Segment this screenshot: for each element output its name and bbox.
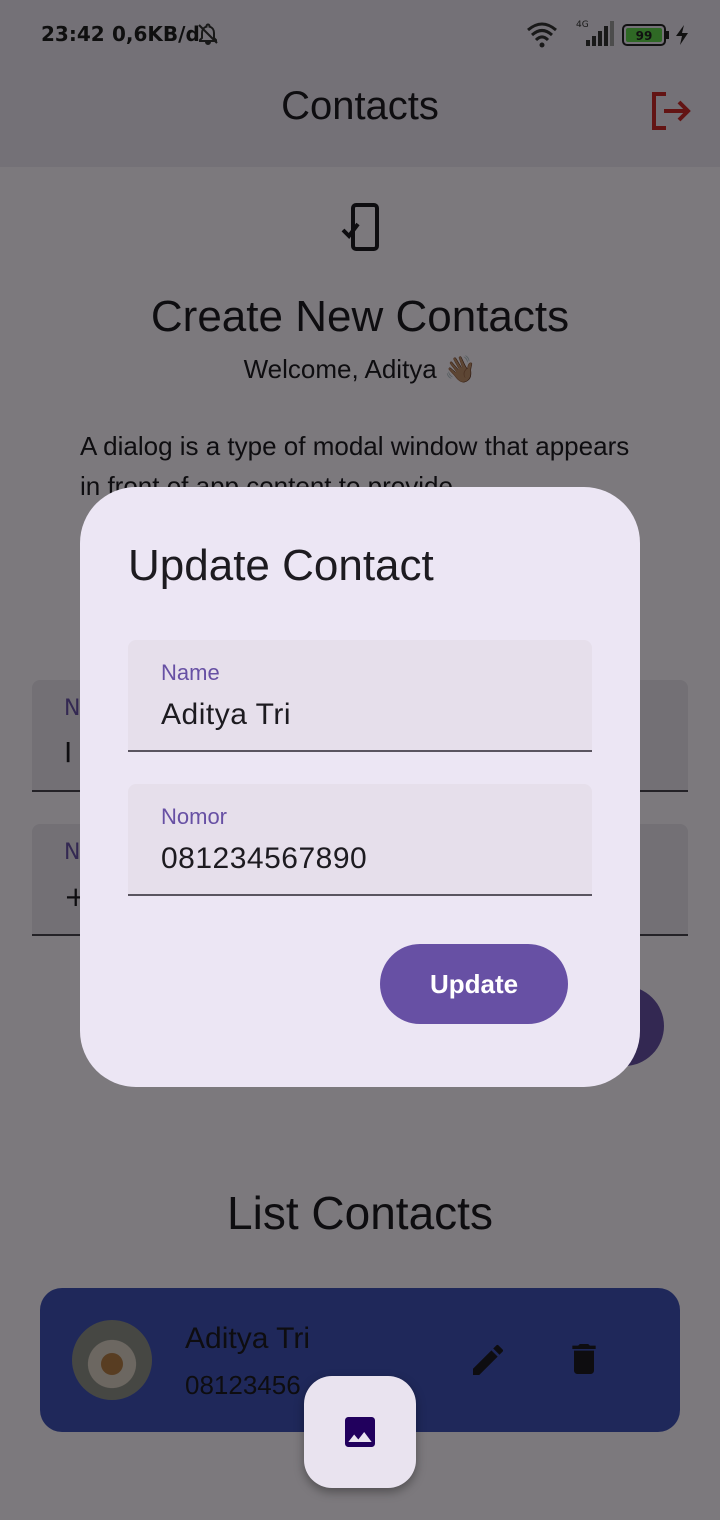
dialog-number-value: 081234567890 [161, 842, 368, 875]
dialog-name-value: Aditya Tri [161, 698, 292, 731]
image-icon [345, 1417, 375, 1447]
screen: 23:42 0,6KB/d 4G [0, 0, 720, 1520]
dialog-number-field[interactable]: Nomor 081234567890 [128, 784, 592, 896]
update-contact-dialog: Update Contact Name Aditya Tri Nomor 081… [80, 487, 640, 1087]
dialog-number-label: Nomor [161, 804, 228, 829]
dialog-name-field[interactable]: Name Aditya Tri [128, 640, 592, 752]
dialog-name-label: Name [161, 660, 220, 685]
dialog-title: Update Contact [128, 541, 434, 590]
pick-image-button[interactable] [304, 1376, 416, 1488]
update-button[interactable]: Update [380, 944, 568, 1024]
